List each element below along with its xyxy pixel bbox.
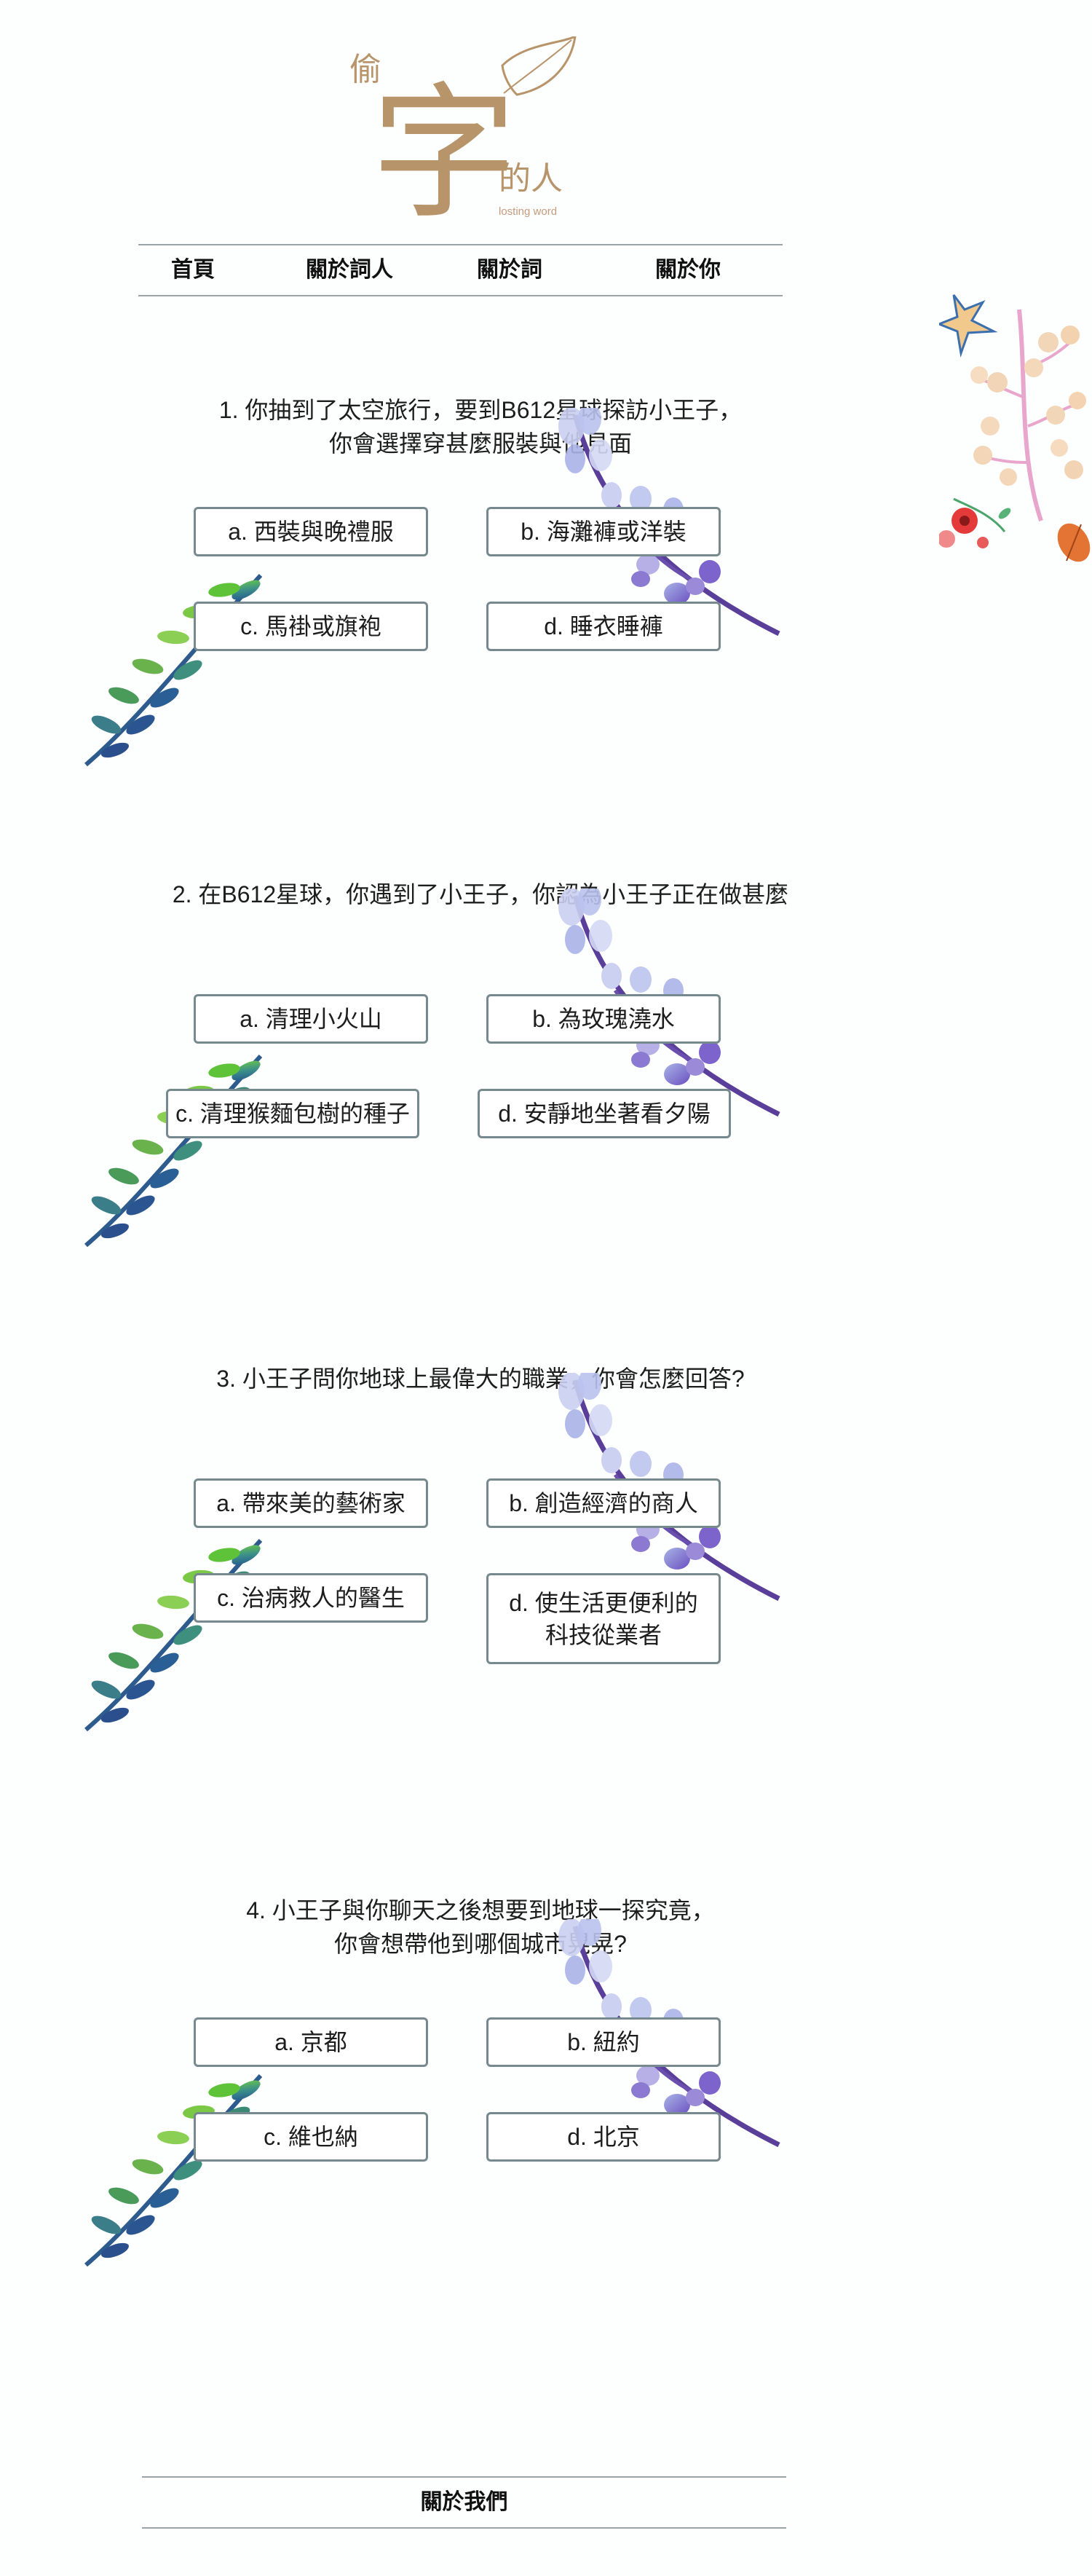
footer-about-us-link[interactable]: 關於我們 bbox=[421, 2490, 508, 2514]
green-leaf-branch-decoration bbox=[79, 2068, 268, 2272]
option-b-button[interactable]: b. 海灘褲或洋裝 bbox=[486, 507, 721, 556]
logo-subtitle: losting word bbox=[499, 205, 557, 218]
option-d-button[interactable]: d. 使生活更便利的 科技從業者 bbox=[486, 1573, 721, 1664]
green-leaf-branch-decoration bbox=[79, 1533, 268, 1737]
option-b-button[interactable]: b. 創造經濟的商人 bbox=[486, 1478, 721, 1528]
logo-char-main: 字 bbox=[371, 69, 517, 226]
nav-item-about-lyrics[interactable]: 關於詞 bbox=[477, 245, 542, 295]
top-navigation: 首頁 關於詞人 關於詞 關於你 bbox=[138, 244, 783, 296]
question-text: 2. 在B612星球，你遇到了小王子，你認為小王子正在做甚麼 bbox=[172, 881, 789, 907]
option-a-button[interactable]: a. 清理小火山 bbox=[194, 994, 428, 1044]
site-logo[interactable]: 偷 字 的人 losting word bbox=[342, 36, 590, 226]
option-a-button[interactable]: a. 帶來美的藝術家 bbox=[194, 1478, 428, 1528]
question-text: 3. 小王子問你地球上最偉大的職業，你會怎麼回答? bbox=[216, 1366, 745, 1392]
logo-char-side: 的人 bbox=[499, 160, 563, 197]
nav-item-about-lyricist[interactable]: 關於詞人 bbox=[306, 245, 393, 295]
question-text: 1. 你抽到了太空旅行，要到B612星球探訪小王子， 你會選擇穿甚麼服裝與他見面 bbox=[218, 397, 743, 457]
question-4: 4. 小王子與你聊天之後想要到地球一探究竟， 你會想帶他到哪個城市晃晃? a. … bbox=[0, 1886, 976, 2338]
question-1: 1. 你抽到了太空旅行，要到B612星球探訪小王子， 你會選擇穿甚麼服裝與他見面… bbox=[0, 386, 976, 838]
green-leaf-branch-decoration bbox=[79, 568, 268, 772]
option-d-button[interactable]: d. 安靜地坐著看夕陽 bbox=[478, 1089, 731, 1138]
nav-item-about-you[interactable]: 關於你 bbox=[655, 245, 721, 295]
option-c-button[interactable]: c. 治病救人的醫生 bbox=[194, 1573, 428, 1623]
option-d-button[interactable]: d. 睡衣睡褲 bbox=[486, 602, 721, 651]
option-c-button[interactable]: c. 清理猴麵包樹的種子 bbox=[166, 1089, 419, 1138]
nav-item-home[interactable]: 首頁 bbox=[171, 245, 215, 295]
question-2: 2. 在B612星球，你遇到了小王子，你認為小王子正在做甚麼 a. 清理小火山 … bbox=[0, 870, 976, 1322]
option-b-button[interactable]: b. 紐約 bbox=[486, 2017, 721, 2067]
option-c-button[interactable]: c. 維也納 bbox=[194, 2112, 428, 2162]
option-b-button[interactable]: b. 為玫瑰澆水 bbox=[486, 994, 721, 1044]
option-a-button[interactable]: a. 京都 bbox=[194, 2017, 428, 2067]
option-c-button[interactable]: c. 馬褂或旗袍 bbox=[194, 602, 428, 651]
option-d-button[interactable]: d. 北京 bbox=[486, 2112, 721, 2162]
question-text: 4. 小王子與你聊天之後想要到地球一探究竟， 你會想帶他到哪個城市晃晃? bbox=[246, 1897, 715, 1957]
question-3: 3. 小王子問你地球上最偉大的職業，你會怎麼回答? a. 帶來美的藝術家 b. … bbox=[0, 1355, 976, 1806]
footer: 關於我們 bbox=[142, 2476, 786, 2529]
option-a-button[interactable]: a. 西裝與晚禮服 bbox=[194, 507, 428, 556]
green-leaf-branch-decoration bbox=[79, 1049, 268, 1253]
